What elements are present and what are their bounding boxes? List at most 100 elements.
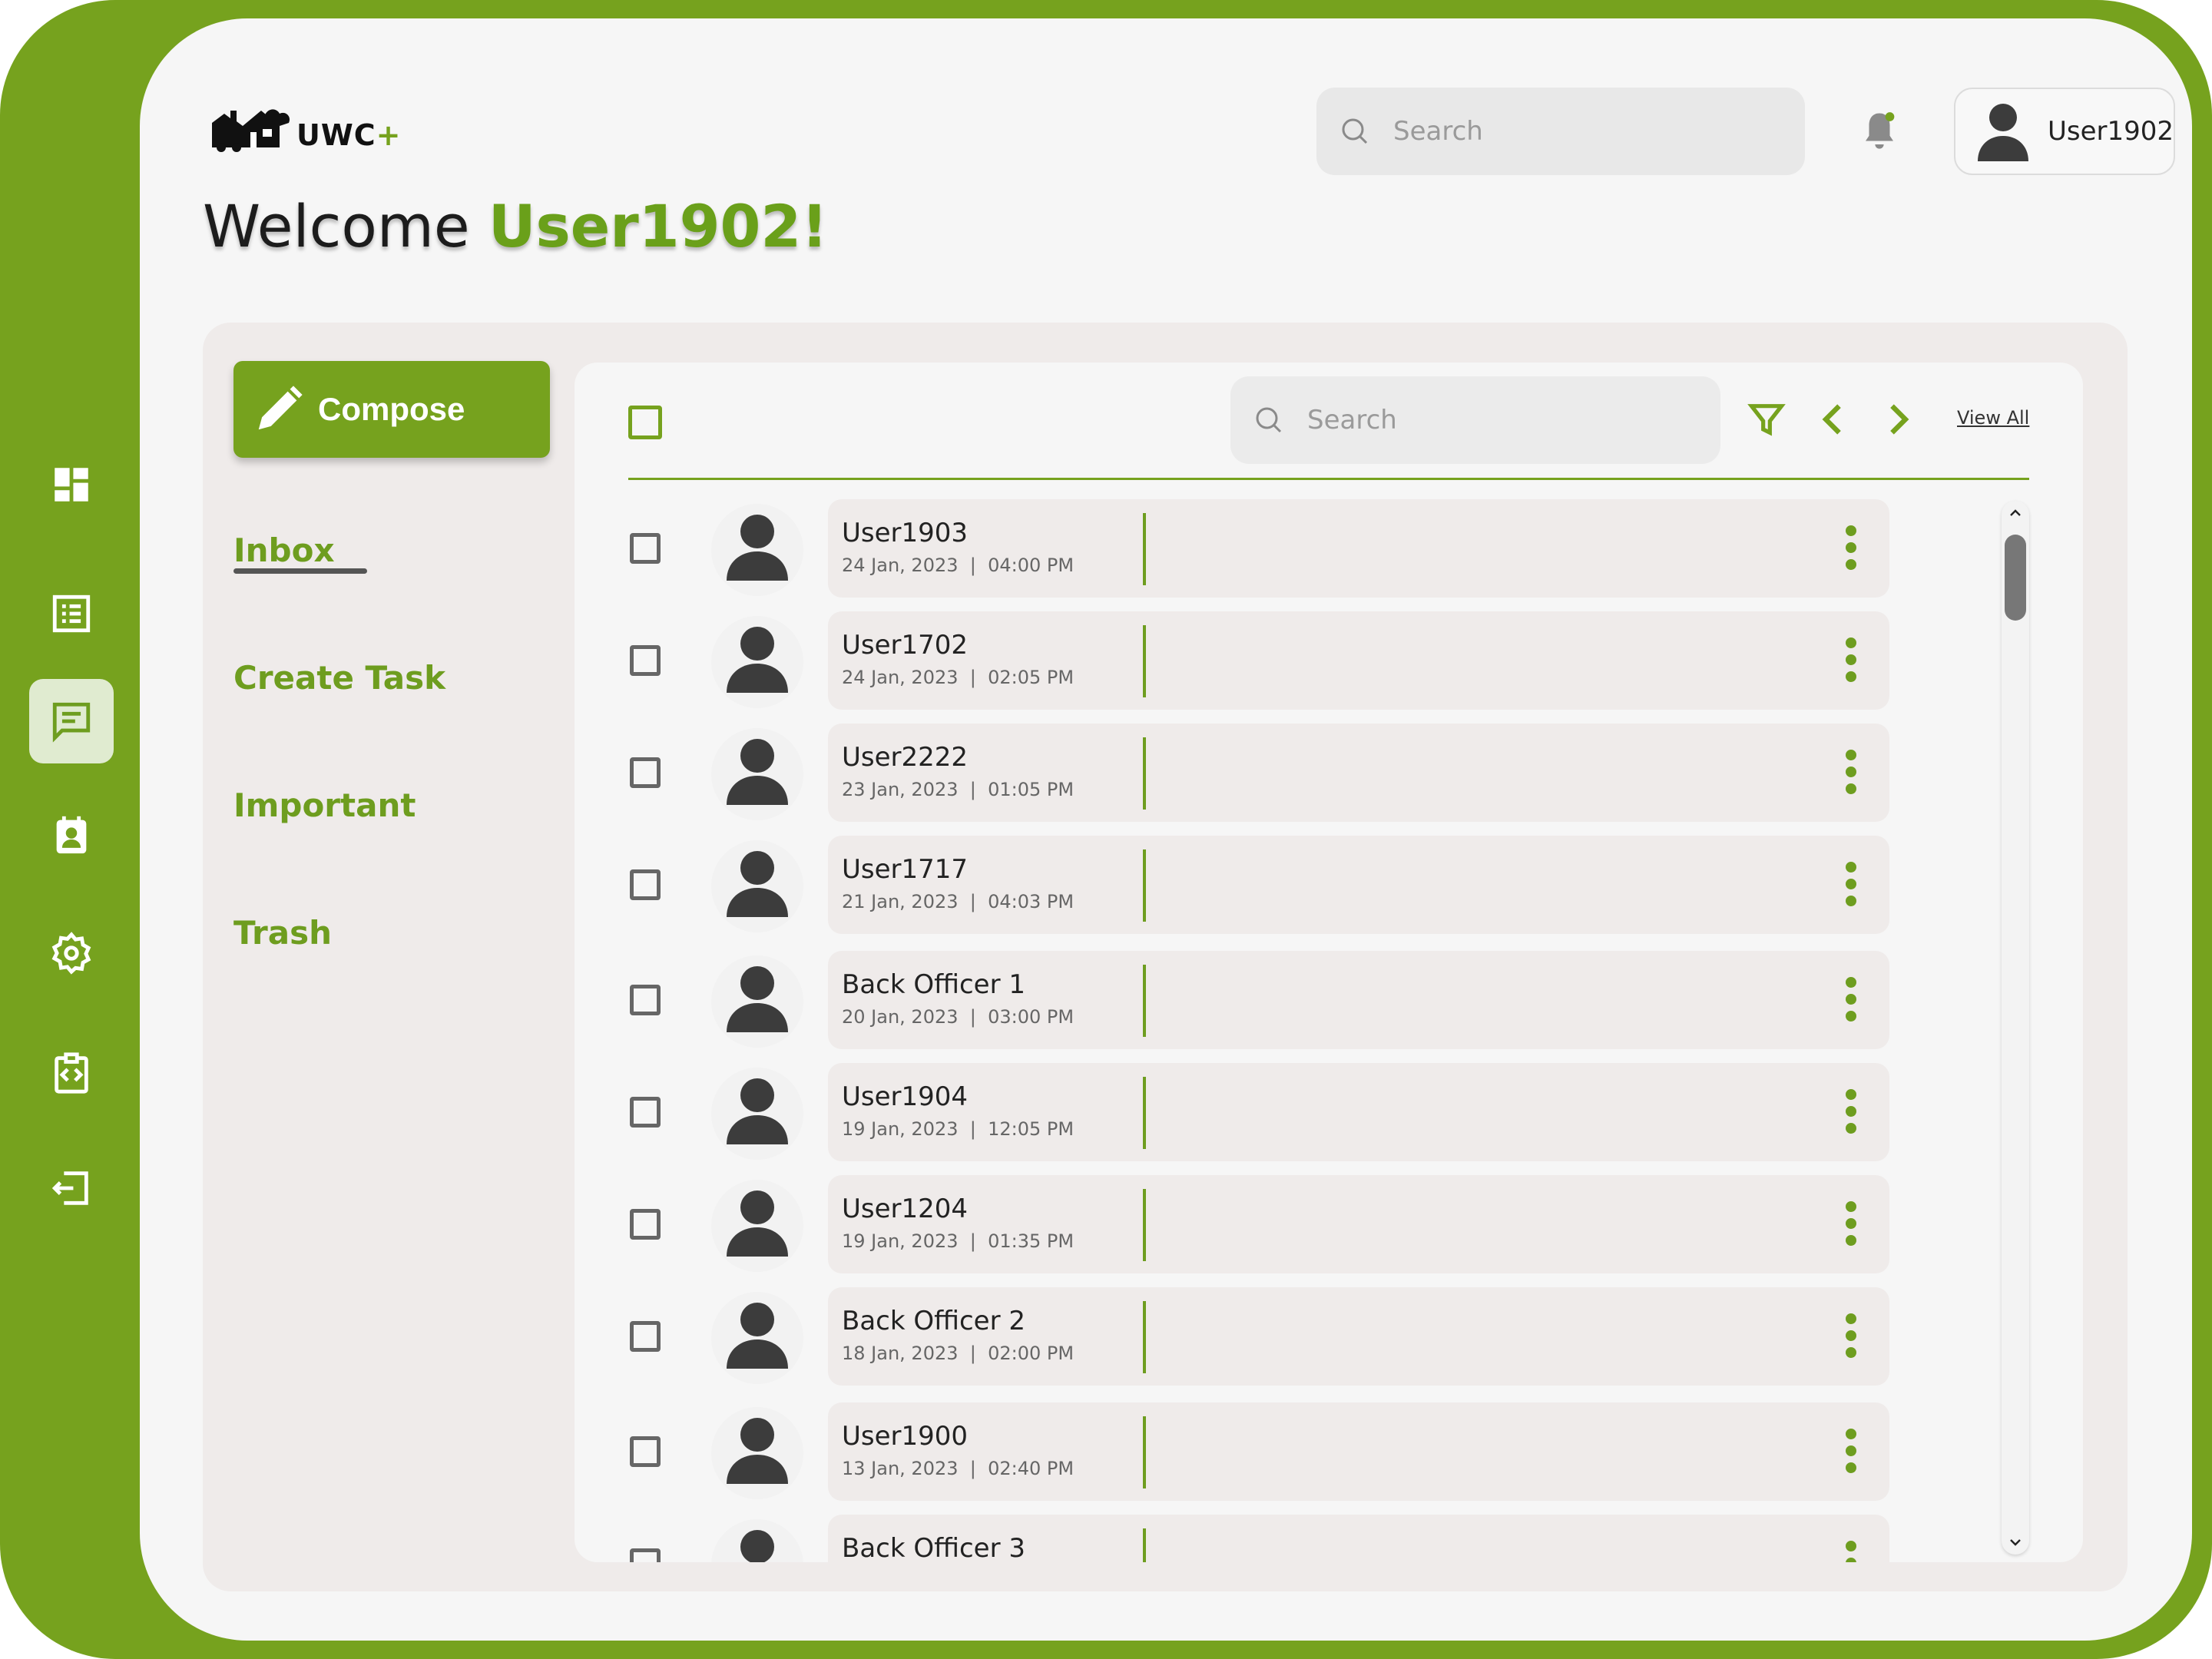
more-options-icon[interactable]	[1843, 977, 1859, 1025]
message-checkbox[interactable]	[630, 1097, 661, 1128]
message-datetime: 19 Jan, 2023 | 12:05 PM	[842, 1118, 1074, 1140]
nav-important[interactable]: Important	[233, 786, 416, 824]
card-divider	[1143, 965, 1146, 1037]
logo-text: UWC	[296, 118, 376, 152]
message-card[interactable]: Back Officer 2 18 Jan, 2023 | 02:00 PM	[828, 1287, 1889, 1386]
message-card[interactable]: User1204 19 Jan, 2023 | 01:35 PM	[828, 1175, 1889, 1273]
message-sender: User1903	[842, 518, 969, 548]
message-card[interactable]: User2222 23 Jan, 2023 | 01:05 PM	[828, 724, 1889, 822]
message-row[interactable]: User1904 19 Jan, 2023 | 12:05 PM	[575, 1061, 2083, 1163]
message-checkbox[interactable]	[630, 1321, 661, 1352]
message-card[interactable]: User1903 24 Jan, 2023 | 04:00 PM	[828, 499, 1889, 598]
message-row[interactable]: User1204 19 Jan, 2023 | 01:35 PM	[575, 1174, 2083, 1275]
message-checkbox[interactable]	[630, 645, 661, 676]
message-date: 24 Jan, 2023	[842, 555, 959, 576]
message-row[interactable]: Back Officer 3	[575, 1513, 2083, 1562]
message-sender: User2222	[842, 742, 969, 773]
list-search[interactable]	[1230, 376, 1720, 464]
chevron-left-icon[interactable]	[1814, 399, 1854, 439]
bell-icon[interactable]	[1859, 108, 1900, 154]
more-options-icon[interactable]	[1843, 1089, 1859, 1137]
scrollbar[interactable]	[2002, 501, 2029, 1555]
list-icon[interactable]	[29, 571, 114, 656]
message-row[interactable]: User1900 13 Jan, 2023 | 02:40 PM	[575, 1401, 2083, 1502]
more-options-icon[interactable]	[1843, 1313, 1859, 1361]
message-checkbox[interactable]	[630, 1436, 661, 1467]
code-clipboard-icon[interactable]	[29, 1031, 114, 1115]
message-row[interactable]: User1702 24 Jan, 2023 | 02:05 PM	[575, 610, 2083, 711]
avatar	[711, 1519, 803, 1562]
header-search-input[interactable]	[1392, 115, 1763, 147]
user-avatar-icon	[727, 851, 788, 917]
message-time: 04:03 PM	[988, 891, 1075, 912]
message-checkbox[interactable]	[630, 869, 661, 900]
user-profile-chip[interactable]: User1902	[1954, 88, 2175, 175]
message-date: 19 Jan, 2023	[842, 1118, 959, 1140]
compose-button[interactable]: Compose	[233, 361, 550, 458]
message-checkbox[interactable]	[630, 1209, 661, 1240]
message-time: 01:05 PM	[988, 779, 1075, 800]
more-options-icon[interactable]	[1843, 750, 1859, 797]
message-card[interactable]: User1904 19 Jan, 2023 | 12:05 PM	[828, 1063, 1889, 1161]
avatar	[711, 504, 803, 596]
message-time: 04:00 PM	[988, 555, 1075, 576]
message-row[interactable]: Back Officer 1 20 Jan, 2023 | 03:00 PM	[575, 949, 2083, 1051]
message-time: 03:00 PM	[988, 1006, 1075, 1028]
message-card[interactable]: Back Officer 1 20 Jan, 2023 | 03:00 PM	[828, 951, 1889, 1049]
more-options-icon[interactable]	[1843, 637, 1859, 685]
message-card[interactable]: User1900 13 Jan, 2023 | 02:40 PM	[828, 1402, 1889, 1501]
message-card[interactable]: User1717 21 Jan, 2023 | 04:03 PM	[828, 836, 1889, 934]
scroll-thumb[interactable]	[2005, 535, 2026, 621]
filter-icon[interactable]	[1747, 399, 1786, 439]
message-sender: User1702	[842, 630, 969, 661]
message-card[interactable]: User1702 24 Jan, 2023 | 02:05 PM	[828, 611, 1889, 710]
truck-house-logo-icon	[212, 109, 290, 152]
chevron-right-icon[interactable]	[1877, 399, 1917, 439]
message-datetime: 19 Jan, 2023 | 01:35 PM	[842, 1230, 1074, 1252]
view-all-link[interactable]: View All	[1957, 407, 2029, 429]
chevron-up-icon[interactable]	[2006, 504, 2025, 522]
settings-icon[interactable]	[29, 911, 114, 995]
nav-trash[interactable]: Trash	[233, 914, 332, 952]
header-search[interactable]	[1316, 88, 1805, 175]
message-checkbox[interactable]	[630, 985, 661, 1015]
message-row[interactable]: User2222 23 Jan, 2023 | 01:05 PM	[575, 722, 2083, 823]
toolbar-divider	[628, 478, 2029, 480]
message-checkbox[interactable]	[630, 757, 661, 788]
user-avatar-icon	[727, 627, 788, 693]
message-card[interactable]: Back Officer 3	[828, 1515, 1889, 1562]
user-avatar-icon	[727, 1418, 788, 1484]
card-divider	[1143, 625, 1146, 697]
more-options-icon[interactable]	[1843, 862, 1859, 909]
meta-separator: |	[958, 1006, 988, 1028]
more-options-icon[interactable]	[1843, 1429, 1859, 1476]
message-datetime: 20 Jan, 2023 | 03:00 PM	[842, 1006, 1074, 1028]
logo-plus: +	[376, 118, 401, 152]
avatar	[711, 1180, 803, 1272]
select-all-checkbox[interactable]	[628, 406, 662, 439]
messages-icon[interactable]	[29, 679, 114, 763]
meta-separator: |	[958, 1343, 988, 1364]
message-row[interactable]: Back Officer 2 18 Jan, 2023 | 02:00 PM	[575, 1286, 2083, 1387]
list-search-input[interactable]	[1306, 404, 1677, 436]
message-checkbox[interactable]	[630, 533, 661, 564]
chevron-down-icon[interactable]	[2006, 1533, 2025, 1551]
message-datetime: 13 Jan, 2023 | 02:40 PM	[842, 1458, 1074, 1479]
logout-icon[interactable]	[29, 1146, 114, 1230]
message-date: 19 Jan, 2023	[842, 1230, 959, 1252]
message-row[interactable]: User1717 21 Jan, 2023 | 04:03 PM	[575, 834, 2083, 935]
contact-card-icon[interactable]	[29, 793, 114, 877]
avatar	[711, 1068, 803, 1160]
message-date: 23 Jan, 2023	[842, 779, 959, 800]
nav-create-task[interactable]: Create Task	[233, 659, 445, 697]
message-time: 02:40 PM	[988, 1458, 1075, 1479]
more-options-icon[interactable]	[1843, 1541, 1859, 1562]
message-datetime: 24 Jan, 2023 | 04:00 PM	[842, 555, 1074, 576]
message-row[interactable]: User1903 24 Jan, 2023 | 04:00 PM	[575, 498, 2083, 599]
message-checkbox[interactable]	[630, 1548, 661, 1562]
dashboard-icon[interactable]	[29, 442, 114, 527]
more-options-icon[interactable]	[1843, 525, 1859, 573]
message-time: 12:05 PM	[988, 1118, 1075, 1140]
more-options-icon[interactable]	[1843, 1201, 1859, 1249]
nav-inbox[interactable]: Inbox	[233, 531, 335, 569]
